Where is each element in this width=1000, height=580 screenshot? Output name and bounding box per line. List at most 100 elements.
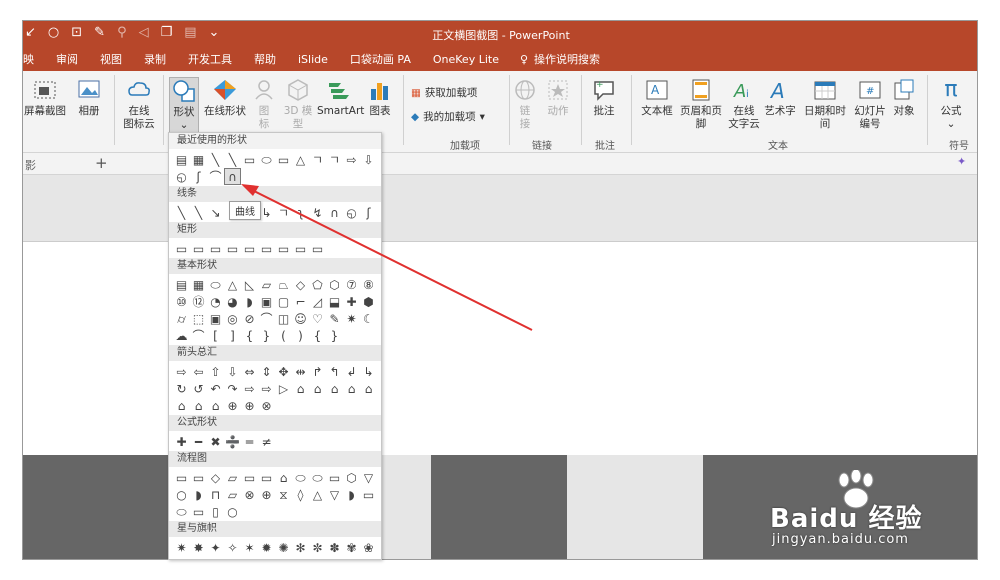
shape-icon[interactable]: ▷: [275, 380, 292, 397]
shape-icon[interactable]: ⇦: [190, 363, 207, 380]
my-addins-button[interactable]: ◆ 我的加载项 ▾: [411, 109, 485, 124]
shape-icon[interactable]: ⌂: [343, 380, 360, 397]
shape-icon[interactable]: ◗: [343, 486, 360, 503]
tell-me-search[interactable]: ♀ 操作说明搜索: [510, 51, 600, 67]
shape-icon[interactable]: ⬭: [309, 469, 326, 486]
shape-icon[interactable]: ⌂: [326, 380, 343, 397]
shape-icon[interactable]: ▭: [190, 240, 207, 257]
shape-icon[interactable]: ʃ: [360, 204, 377, 221]
shape-icon[interactable]: ♡: [309, 310, 326, 327]
shape-icon[interactable]: ▱: [224, 486, 241, 503]
shape-icon[interactable]: ◕: [224, 293, 241, 310]
shape-icon[interactable]: ▭: [241, 151, 258, 168]
shape-icon[interactable]: ✚: [173, 433, 190, 450]
curve-shape-icon[interactable]: ∩: [224, 168, 241, 185]
shape-icon[interactable]: ▽: [326, 486, 343, 503]
shape-icon[interactable]: ▱: [258, 276, 275, 293]
shape-icon[interactable]: {: [309, 327, 326, 344]
shape-icon[interactable]: ⬭: [258, 151, 275, 168]
shape-icon[interactable]: ◊: [292, 486, 309, 503]
shape-icon[interactable]: ⌐: [292, 293, 309, 310]
shape-icon[interactable]: ⬡: [343, 469, 360, 486]
shape-icon[interactable]: ━: [190, 433, 207, 450]
shape-icon[interactable]: ▭: [207, 240, 224, 257]
shape-icon[interactable]: ⑫: [190, 293, 207, 310]
shape-icon[interactable]: ↰: [326, 363, 343, 380]
shape-icon[interactable]: {: [241, 327, 258, 344]
comment-button[interactable]: + 批注: [589, 77, 619, 118]
shape-icon[interactable]: ∩: [326, 204, 343, 221]
shape-icon[interactable]: ⇨: [241, 380, 258, 397]
get-addins-button[interactable]: ▦ 获取加载项: [411, 85, 477, 100]
shape-icon[interactable]: ⌂: [207, 397, 224, 414]
shape-icon[interactable]: ▭: [241, 469, 258, 486]
shape-icon[interactable]: ⌂: [292, 380, 309, 397]
shape-icon[interactable]: ⬭: [173, 503, 190, 520]
tab-onekey-lite[interactable]: OneKey Lite: [422, 53, 510, 66]
shape-icon[interactable]: ↱: [309, 363, 326, 380]
shape-icon[interactable]: ⬢: [360, 293, 377, 310]
shape-icon[interactable]: ○: [224, 503, 241, 520]
shape-icon[interactable]: ☁: [173, 327, 190, 344]
shape-icon[interactable]: ▭: [275, 151, 292, 168]
shape-icon[interactable]: ↶: [207, 380, 224, 397]
shape-icon[interactable]: ◿: [309, 293, 326, 310]
link-button[interactable]: 链 接: [511, 77, 539, 131]
shape-icon[interactable]: ⇩: [224, 363, 241, 380]
shape-icon[interactable]: ↯: [309, 204, 326, 221]
shape-icon[interactable]: ⊗: [258, 397, 275, 414]
shape-icon[interactable]: ◇: [292, 276, 309, 293]
shape-icon[interactable]: ▤: [173, 276, 190, 293]
shape-icon[interactable]: ⇨: [258, 380, 275, 397]
shape-icon[interactable]: ▭: [360, 486, 377, 503]
shape-icon[interactable]: ⚐: [190, 556, 207, 560]
shape-icon[interactable]: ▭: [275, 240, 292, 257]
shape-icon[interactable]: ⌒: [258, 310, 275, 327]
shape-icon[interactable]: ✷: [343, 310, 360, 327]
shape-icon[interactable]: ➗: [224, 433, 241, 450]
shape-icon[interactable]: ✎: [326, 310, 343, 327]
shape-icon[interactable]: ❀: [360, 539, 377, 556]
shape-icon[interactable]: ⧖: [275, 486, 292, 503]
add-tab-button[interactable]: +: [95, 154, 108, 172]
shape-icon[interactable]: ◔: [207, 293, 224, 310]
shape-icon[interactable]: ▭: [258, 469, 275, 486]
shape-icon[interactable]: ◫: [275, 310, 292, 327]
shape-icon[interactable]: △: [224, 276, 241, 293]
shape-icon[interactable]: ʃ: [190, 168, 207, 185]
shape-icon[interactable]: ▣: [207, 310, 224, 327]
shape-icon[interactable]: ⌒: [190, 327, 207, 344]
shape-icon[interactable]: ◗: [241, 293, 258, 310]
shape-icon[interactable]: ⌭: [173, 310, 190, 327]
slide-number-button[interactable]: # 幻灯片 编号: [853, 77, 887, 131]
shape-icon[interactable]: ▭: [190, 469, 207, 486]
shape-icon[interactable]: ⇔: [241, 363, 258, 380]
shape-icon[interactable]: △: [292, 151, 309, 168]
shape-icon[interactable]: ✖: [207, 433, 224, 450]
shape-icon[interactable]: ↳: [360, 363, 377, 380]
shape-icon[interactable]: ▤: [173, 151, 190, 168]
shape-icon[interactable]: ⬡: [326, 276, 343, 293]
object-button[interactable]: 对象: [889, 77, 919, 118]
shape-icon[interactable]: ⇹: [292, 363, 309, 380]
chart-button[interactable]: 图表: [365, 77, 395, 118]
tab-animation[interactable]: 映: [23, 51, 45, 67]
shape-icon[interactable]: ⌂: [275, 469, 292, 486]
shape-icon[interactable]: ▯: [207, 503, 224, 520]
shape-icon[interactable]: ▭: [241, 240, 258, 257]
shape-icon[interactable]: ✾: [343, 539, 360, 556]
shape-icon[interactable]: ▽: [360, 469, 377, 486]
tab-islide[interactable]: iSlide: [287, 53, 339, 66]
shape-icon[interactable]: ◵: [173, 168, 190, 185]
tab-pocket-animation[interactable]: 口袋动画 PA: [339, 51, 422, 67]
shape-icon[interactable]: ◗: [190, 486, 207, 503]
shape-icon[interactable]: ⑧: [360, 276, 377, 293]
tab-help[interactable]: 帮助: [243, 51, 287, 67]
icons-button[interactable]: 图 标: [251, 77, 277, 131]
shape-icon[interactable]: ▭: [326, 469, 343, 486]
shape-icon[interactable]: ⬭: [207, 276, 224, 293]
shape-icon[interactable]: ⬭: [292, 469, 309, 486]
shape-icon[interactable]: △: [309, 486, 326, 503]
shape-icon[interactable]: ✦: [207, 539, 224, 556]
shape-icon[interactable]: ╲: [224, 151, 241, 168]
